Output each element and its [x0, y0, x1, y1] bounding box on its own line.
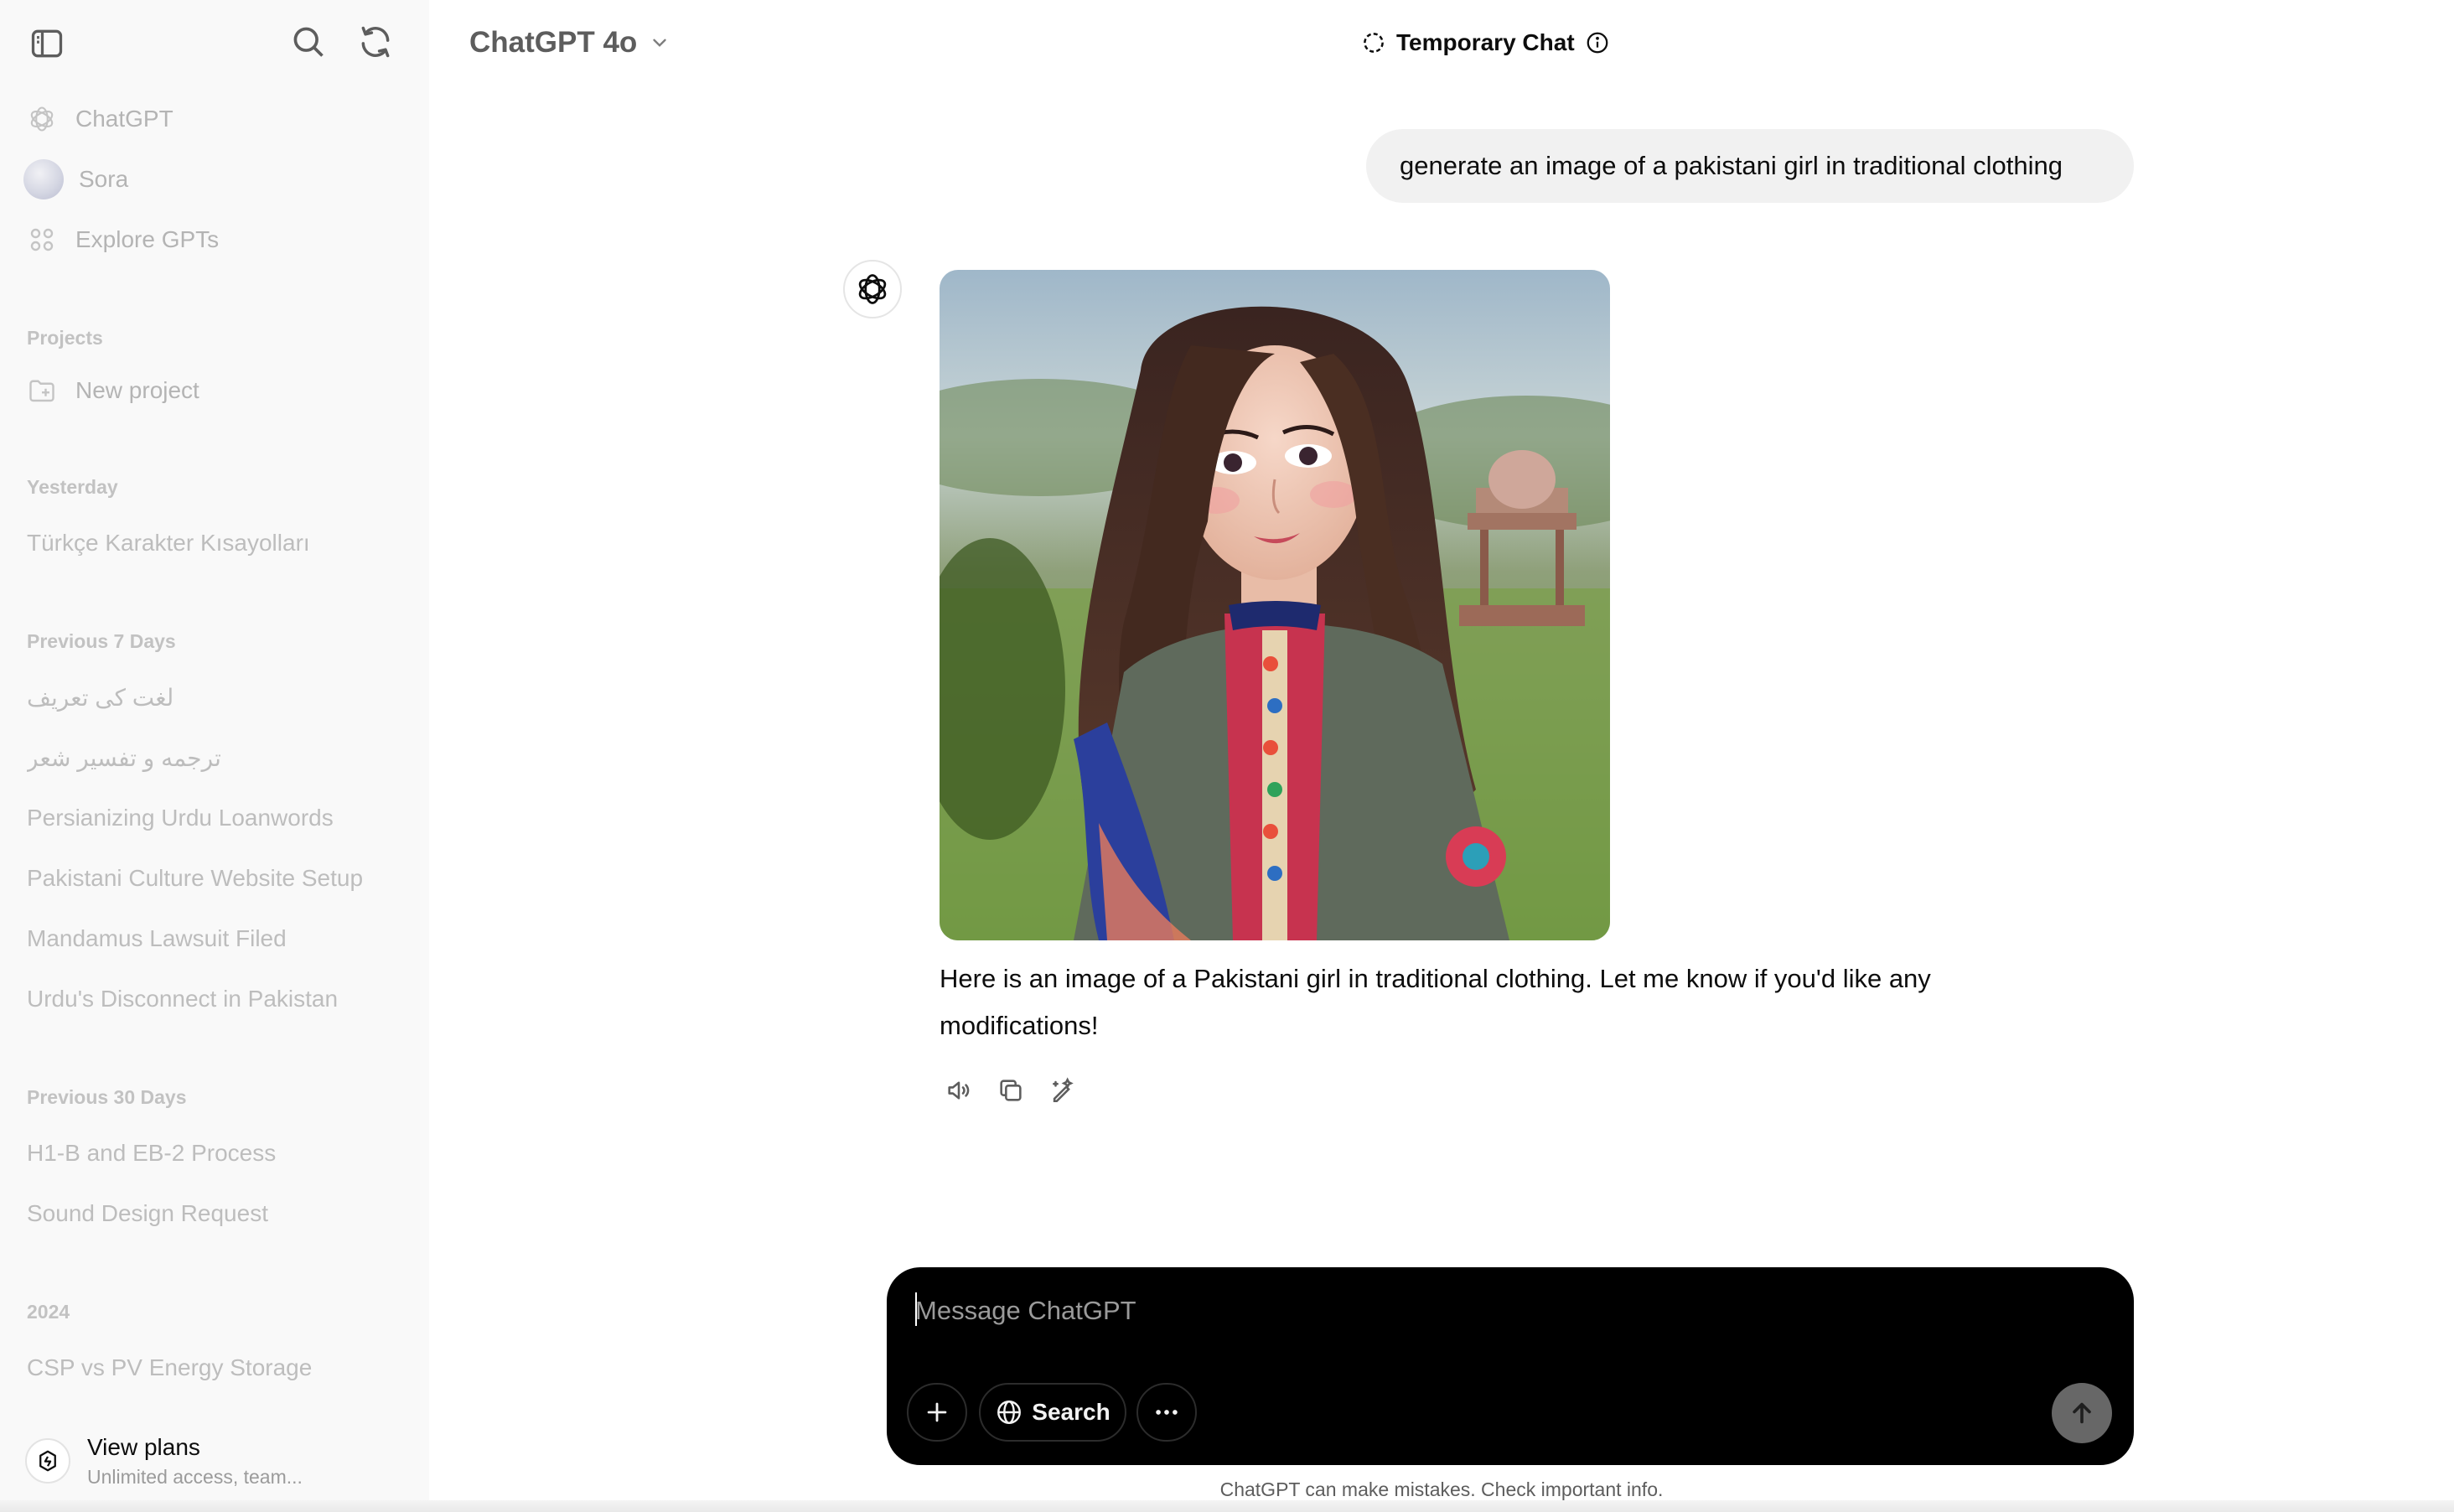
section-previous-7-days: Previous 7 Days — [27, 630, 176, 652]
section-2024: 2024 — [27, 1301, 70, 1323]
dashed-circle-icon — [1364, 33, 1384, 53]
sidebar-item-label: Explore GPTs — [75, 226, 220, 252]
chatgpt-logo-icon — [858, 274, 887, 304]
chat-main: ChatGPT 4o Temporary Chat generate an im… — [429, 0, 2454, 1512]
sidebar-toolbar — [0, 0, 429, 84]
plus-icon — [927, 1402, 947, 1422]
send-button[interactable] — [2052, 1383, 2112, 1443]
sidebar-item-label: Sora — [79, 166, 129, 192]
generated-portrait-illustration — [940, 270, 1610, 940]
history-item[interactable]: لغت کی تعریف — [27, 684, 173, 712]
generated-image[interactable] — [940, 270, 1610, 940]
search-toggle-button[interactable]: Search — [979, 1383, 1126, 1442]
history-item[interactable]: Türkçe Karakter Kısayolları — [27, 530, 370, 557]
view-plans-button[interactable]: View plans Unlimited access, team... — [25, 1423, 411, 1499]
history-item[interactable]: Pakistani Culture Website Setup — [27, 865, 370, 892]
sidebar-item-chatgpt[interactable]: ChatGPT — [27, 94, 402, 144]
arrow-up-icon — [2073, 1402, 2091, 1424]
temporary-chat-label: Temporary Chat — [1396, 29, 1575, 55]
user-message-text: generate an image of a pakistani girl in… — [1400, 151, 2063, 180]
disclaimer-text: ChatGPT can make mistakes. Check importa… — [1219, 1478, 1664, 1500]
more-tools-button[interactable] — [1136, 1383, 1197, 1442]
text-caret — [915, 1292, 917, 1326]
sidebar-item-sora[interactable]: Sora — [23, 154, 402, 205]
search-toggle-label: Search — [1032, 1399, 1111, 1425]
sidebar-item-explore-gpts[interactable]: Explore GPTs — [27, 215, 402, 265]
sidebar-item-label: ChatGPT — [75, 106, 173, 132]
new-project-button[interactable]: New project — [27, 365, 402, 416]
temporary-chat-indicator[interactable]: Temporary Chat — [1361, 23, 1610, 62]
history-item[interactable]: H1-B and EB-2 Process — [27, 1140, 370, 1167]
user-message-bubble: generate an image of a pakistani girl in… — [1366, 129, 2134, 203]
window-bottom-edge — [0, 1500, 2454, 1512]
copy-icon[interactable] — [991, 1071, 1030, 1110]
history-item[interactable]: ترجمه و تفسیر شعر — [27, 744, 221, 772]
projects-heading: Projects — [27, 327, 103, 349]
edit-image-icon[interactable] — [1043, 1071, 1082, 1110]
chatgpt-app: ChatGPT Sora Explore GPTs Projects New p… — [0, 0, 2454, 1512]
history-item[interactable]: CSP vs PV Energy Storage — [27, 1354, 370, 1381]
section-yesterday: Yesterday — [27, 476, 118, 498]
assistant-reply-text: Here is an image of a Pakistani girl in … — [940, 964, 1931, 1040]
section-previous-30-days: Previous 30 Days — [27, 1086, 187, 1108]
ellipsis-icon — [1156, 1410, 1178, 1415]
history-item[interactable]: Mandamus Lawsuit Filed — [27, 925, 370, 952]
history-item[interactable]: Persianizing Urdu Loanwords — [27, 805, 370, 831]
refresh-icon[interactable] — [352, 18, 399, 65]
sora-avatar — [23, 159, 64, 199]
model-selector[interactable]: ChatGPT 4o — [469, 22, 670, 64]
chatgpt-logo-icon — [27, 104, 57, 134]
attach-button[interactable] — [907, 1383, 967, 1442]
read-aloud-icon[interactable] — [940, 1071, 978, 1110]
search-icon[interactable] — [285, 18, 332, 65]
upgrade-badge-icon — [25, 1438, 70, 1484]
chevron-down-icon — [653, 39, 666, 47]
new-folder-icon — [27, 375, 57, 406]
message-composer: Search — [887, 1267, 2134, 1465]
message-input[interactable] — [915, 1291, 2005, 1331]
history-item[interactable]: Urdu's Disconnect in Pakistan — [27, 986, 370, 1012]
info-icon[interactable] — [1585, 30, 1610, 55]
view-plans-subtitle: Unlimited access, team... — [87, 1465, 303, 1488]
toggle-sidebar-icon[interactable] — [23, 20, 70, 67]
sidebar: ChatGPT Sora Explore GPTs Projects New p… — [0, 0, 429, 1512]
history-item[interactable]: Sound Design Request — [27, 1200, 370, 1227]
new-project-label: New project — [75, 377, 199, 403]
view-plans-title: View plans — [87, 1433, 200, 1460]
assistant-avatar — [843, 260, 902, 318]
model-name: ChatGPT 4o — [469, 26, 638, 59]
grid-icon — [27, 225, 57, 255]
globe-icon — [997, 1401, 1022, 1424]
message-actions — [940, 1071, 1082, 1110]
